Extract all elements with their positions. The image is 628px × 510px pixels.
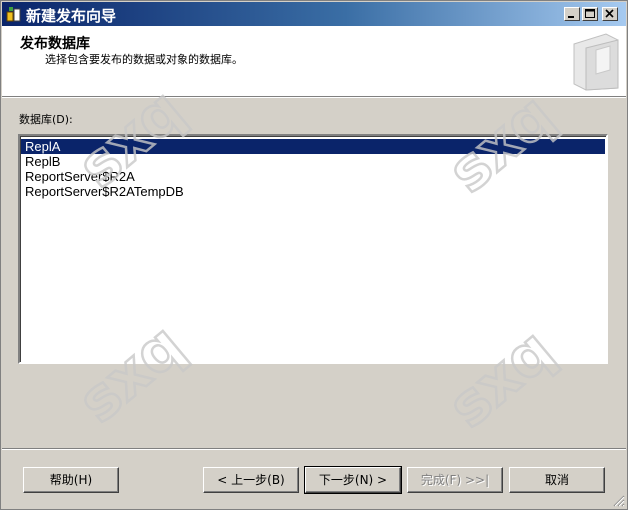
database-listbox[interactable]: ReplA ReplB ReportServer$R2A ReportServe… [18, 134, 608, 364]
wizard-header-graphic-icon [573, 33, 619, 91]
wizard-app-icon [6, 7, 21, 22]
window-title: 新建发布向导 [26, 7, 117, 25]
help-button[interactable]: 帮助(H) [23, 467, 119, 493]
list-item-repla[interactable]: ReplA [21, 139, 605, 154]
page-subtitle: 选择包含要发布的数据或对象的数据库。 [45, 53, 243, 66]
wizard-header: 发布数据库 选择包含要发布的数据或对象的数据库。 [2, 26, 626, 97]
header-separator [2, 97, 626, 98]
list-item-reportserver-r2atempdb[interactable]: ReportServer$R2ATempDB [21, 184, 605, 199]
title-bar[interactable]: 新建发布向导 [2, 2, 626, 26]
footer-separator-highlight [2, 449, 626, 450]
close-button[interactable] [602, 7, 618, 21]
minimize-icon [568, 16, 574, 18]
maximize-icon [585, 9, 595, 18]
close-icon [605, 9, 614, 18]
next-button[interactable]: 下一步(N) > [304, 466, 402, 494]
minimize-button[interactable] [564, 7, 580, 21]
list-item-replb[interactable]: ReplB [21, 154, 605, 169]
cancel-button[interactable]: 取消 [509, 467, 605, 493]
maximize-button[interactable] [582, 7, 598, 21]
list-item-reportserver-r2a[interactable]: ReportServer$R2A [21, 169, 605, 184]
back-button[interactable]: < 上一步(B) [203, 467, 299, 493]
finish-button[interactable]: 完成(F) >>| [407, 467, 503, 493]
wizard-window: 新建发布向导 发布数据库 选择包含要发布的数据或对象的数据库。 数据库(D): … [0, 0, 628, 510]
resize-grip-icon[interactable] [611, 493, 625, 507]
page-title: 发布数据库 [20, 36, 90, 52]
database-list-label: 数据库(D): [19, 113, 73, 126]
